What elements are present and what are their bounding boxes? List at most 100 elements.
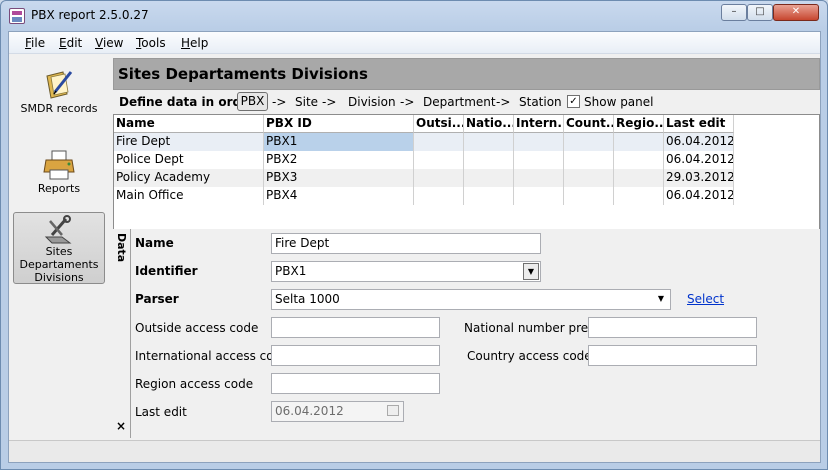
cell-country xyxy=(564,169,614,187)
maximize-button[interactable]: □ xyxy=(747,4,773,21)
show-panel-label: Show panel xyxy=(584,95,654,109)
table-row[interactable]: Main Office PBX4 06.04.2012 xyxy=(114,187,734,205)
cell-country xyxy=(564,187,614,205)
menu-file[interactable]: File xyxy=(25,36,45,50)
cell-international xyxy=(514,151,564,169)
cell-region xyxy=(614,151,664,169)
cell-national xyxy=(464,169,514,187)
column-header-international[interactable]: Intern... xyxy=(514,115,564,133)
cell-region xyxy=(614,187,664,205)
name-field[interactable]: Fire Dept xyxy=(271,233,541,254)
menu-view[interactable]: View xyxy=(95,36,123,50)
cell-outside xyxy=(414,169,464,187)
international-access-code-label: International access code xyxy=(135,349,289,363)
last-edit-label: Last edit xyxy=(135,405,187,419)
menu-tools[interactable]: Tools xyxy=(136,36,166,50)
client-area: File Edit View Tools Help SMDR records R… xyxy=(8,31,821,463)
parser-select[interactable]: Selta 1000 ▼ xyxy=(271,289,671,310)
cell-region xyxy=(614,133,664,151)
cell-country xyxy=(564,133,614,151)
cell-pbx-id: PBX3 xyxy=(264,169,414,187)
identifier-value: PBX1 xyxy=(275,264,307,278)
chevron-down-icon[interactable]: ▼ xyxy=(523,263,539,280)
minimize-button[interactable]: – xyxy=(721,4,747,21)
last-edit-date-field: 06.04.2012 xyxy=(271,401,404,422)
menu-edit[interactable]: Edit xyxy=(59,36,82,50)
identifier-select[interactable]: PBX1 ▼ xyxy=(271,261,541,282)
close-panel-icon[interactable]: × xyxy=(116,419,126,433)
column-header-country[interactable]: Count... xyxy=(564,115,614,133)
breadcrumb-division[interactable]: Division xyxy=(348,95,396,109)
cell-last-edit: 06.04.2012 xyxy=(664,151,734,169)
outside-access-code-label: Outside access code xyxy=(135,321,259,335)
outside-access-code-field[interactable] xyxy=(271,317,440,338)
menu-help[interactable]: Help xyxy=(181,36,208,50)
menu-bar: File Edit View Tools Help xyxy=(9,32,820,54)
identifier-label: Identifier xyxy=(135,264,198,278)
region-access-code-field[interactable] xyxy=(271,373,440,394)
calendar-icon xyxy=(387,405,399,416)
data-grid: Name PBX ID Outsi... Natio... Intern... … xyxy=(113,114,820,285)
chevron-down-icon[interactable]: ▼ xyxy=(653,291,669,308)
international-access-code-field[interactable] xyxy=(271,345,440,366)
title-bar: PBX report 2.5.0.27 – □ ✕ xyxy=(1,1,827,31)
country-access-code-label: Country access code xyxy=(467,349,592,363)
page-header: Sites Departaments Divisions xyxy=(113,58,820,90)
tools-icon xyxy=(44,215,72,244)
table-row[interactable]: Police Dept PBX2 06.04.2012 xyxy=(114,151,734,169)
close-button[interactable]: ✕ xyxy=(773,4,819,21)
nav-reports-label: Reports xyxy=(37,182,81,195)
breadcrumb-pbx[interactable]: PBX xyxy=(237,92,268,111)
nav-smdr-label: SMDR records xyxy=(20,102,98,115)
country-access-code-field[interactable] xyxy=(588,345,757,366)
name-label: Name xyxy=(135,236,174,250)
grid-header-row: Name PBX ID Outsi... Natio... Intern... … xyxy=(114,115,734,133)
cell-international xyxy=(514,187,564,205)
column-header-name[interactable]: Name xyxy=(114,115,264,133)
column-header-outside[interactable]: Outsi... xyxy=(414,115,464,133)
cell-national xyxy=(464,133,514,151)
breadcrumb-prefix: Define data in order xyxy=(119,95,256,109)
breadcrumb-arrow: -> xyxy=(322,95,337,109)
column-header-pbx-id[interactable]: PBX ID xyxy=(264,115,414,133)
cell-outside xyxy=(414,133,464,151)
national-number-prefix-field[interactable] xyxy=(588,317,757,338)
column-header-last-edit[interactable]: Last edit xyxy=(664,115,734,133)
nav-sites-departaments-divisions[interactable]: Sites Departaments Divisions xyxy=(13,212,105,284)
cell-name: Main Office xyxy=(114,187,264,205)
book-pen-icon xyxy=(46,71,73,99)
cell-country xyxy=(564,151,614,169)
app-window: PBX report 2.5.0.27 – □ ✕ File Edit View… xyxy=(0,0,828,470)
breadcrumb-site[interactable]: Site xyxy=(295,95,318,109)
cell-last-edit: 06.04.2012 xyxy=(664,133,734,151)
breadcrumb-department[interactable]: Department xyxy=(423,95,496,109)
nav-sites-label: Sites Departaments Divisions xyxy=(19,245,99,284)
parser-value: Selta 1000 xyxy=(275,292,340,306)
cell-last-edit: 29.03.2012 xyxy=(664,169,734,187)
parser-label: Parser xyxy=(135,292,179,306)
cell-name: Fire Dept xyxy=(114,133,264,151)
data-panel-label: Data xyxy=(115,233,128,263)
cell-pbx-id: PBX4 xyxy=(264,187,414,205)
national-number-prefix-label: National number prefix xyxy=(464,321,603,335)
cell-outside xyxy=(414,187,464,205)
breadcrumb-arrow: -> xyxy=(496,95,511,109)
cell-national xyxy=(464,187,514,205)
cell-international xyxy=(514,169,564,187)
select-parser-link[interactable]: Select xyxy=(687,292,724,306)
column-header-national[interactable]: Natio... xyxy=(464,115,514,133)
cell-region xyxy=(614,169,664,187)
cell-international xyxy=(514,133,564,151)
breadcrumb-arrow: -> xyxy=(272,95,287,109)
cell-pbx-id: PBX1 xyxy=(264,133,414,151)
table-row[interactable]: Policy Academy PBX3 29.03.2012 xyxy=(114,169,734,187)
table-row[interactable]: Fire Dept PBX1 06.04.2012 xyxy=(114,133,734,151)
breadcrumb-station[interactable]: Station xyxy=(519,95,562,109)
cell-pbx-id: PBX2 xyxy=(264,151,414,169)
last-edit-value: 06.04.2012 xyxy=(275,404,344,418)
nav-smdr-records[interactable]: SMDR records xyxy=(13,68,105,120)
nav-reports[interactable]: Reports xyxy=(13,148,105,198)
column-header-region[interactable]: Regio... xyxy=(614,115,664,133)
region-access-code-label: Region access code xyxy=(135,377,254,391)
show-panel-checkbox[interactable]: ✓ xyxy=(567,95,580,108)
